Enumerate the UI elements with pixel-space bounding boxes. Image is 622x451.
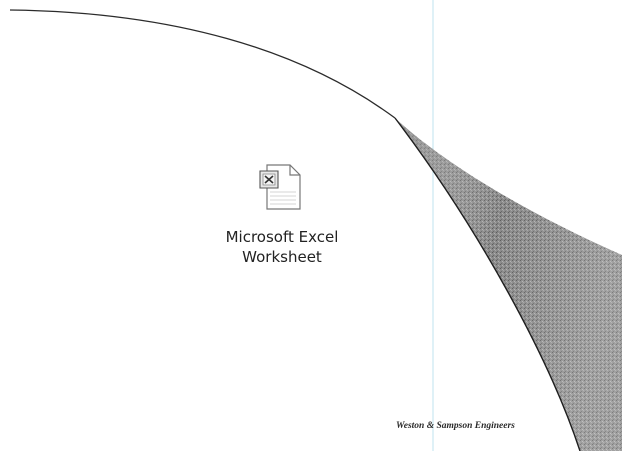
- file-label[interactable]: Microsoft Excel Worksheet: [192, 227, 372, 267]
- excel-document-icon[interactable]: [256, 162, 306, 212]
- page-curl-highlight: [395, 118, 622, 451]
- slide-canvas: Microsoft Excel Worksheet Weston & Samps…: [0, 0, 622, 451]
- footer-credit: Weston & Sampson Engineers: [396, 421, 515, 431]
- page-curl-decoration: [9, 0, 622, 451]
- file-label-line-2: Worksheet: [242, 248, 322, 266]
- file-label-line-1: Microsoft Excel: [225, 228, 339, 246]
- curve-line: [9, 9, 396, 119]
